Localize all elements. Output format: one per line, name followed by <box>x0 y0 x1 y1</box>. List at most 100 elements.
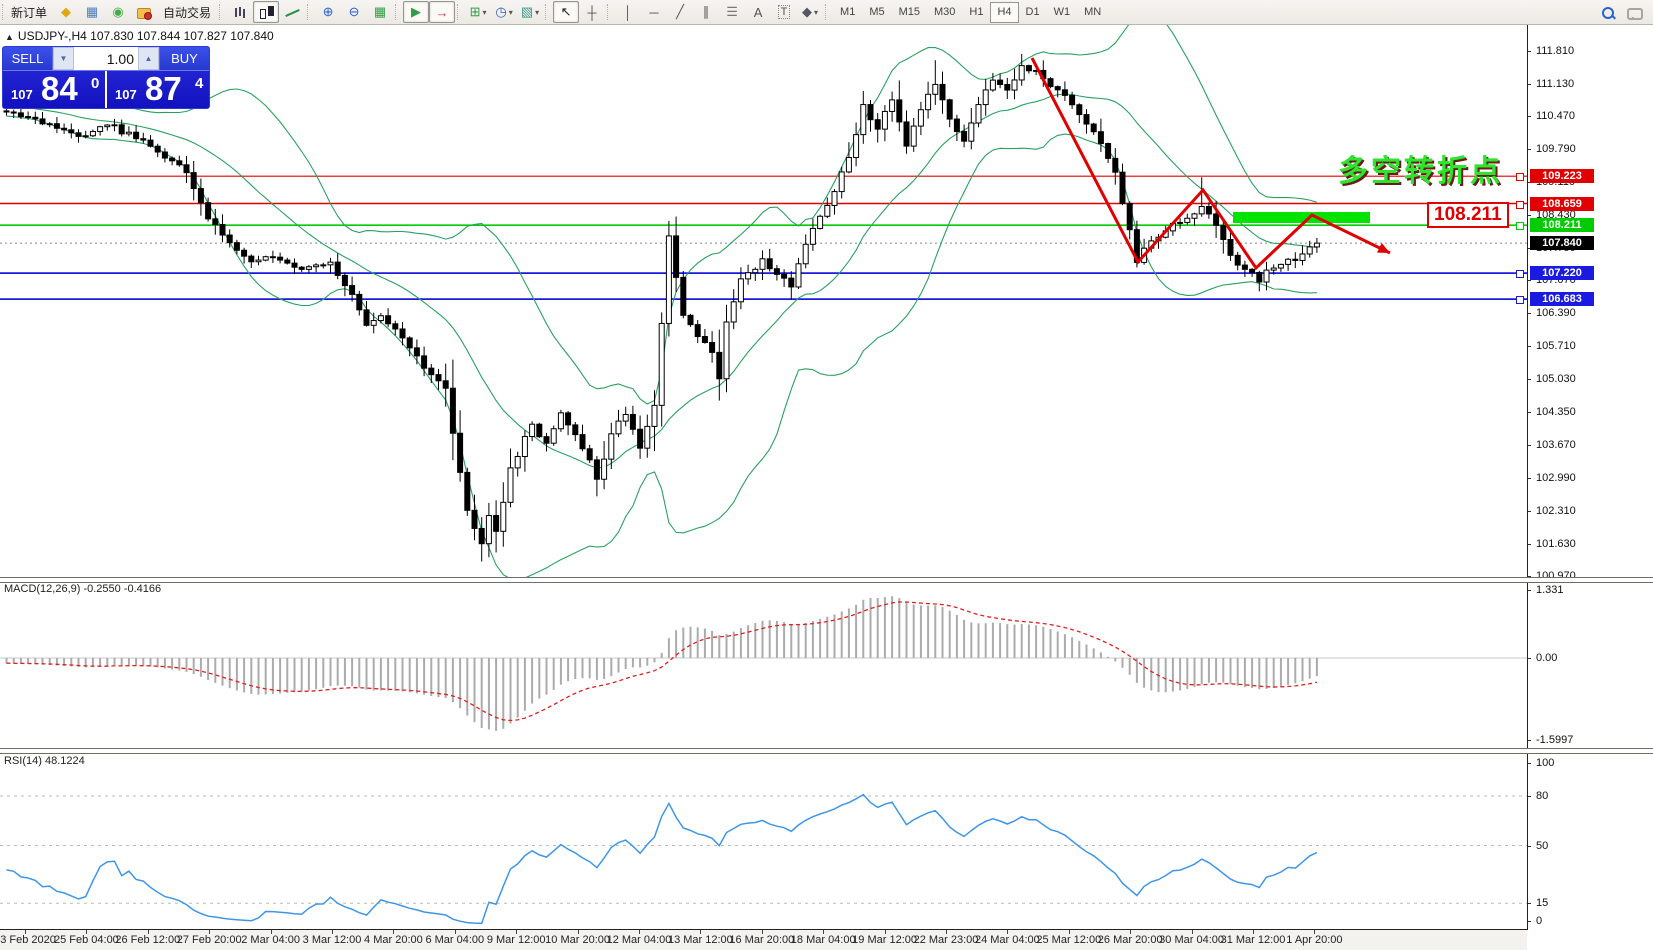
timeframe-w1[interactable]: W1 <box>1047 2 1078 23</box>
date-label: 12 Mar 04:00 <box>607 934 672 946</box>
fibonacci-icon[interactable]: ☰ <box>719 1 745 23</box>
symbol-collapse-icon[interactable]: ▲ <box>5 32 14 42</box>
chat-icon <box>1626 6 1643 21</box>
sell-price[interactable]: 107 84 0 <box>3 71 107 109</box>
price-tick-label: 105.030 <box>1536 373 1576 385</box>
candles-layer <box>4 54 1319 562</box>
price-tick-label: 102.990 <box>1536 472 1576 484</box>
toolbar-grip <box>395 4 400 20</box>
sell-price-sup: 0 <box>91 75 99 92</box>
vertical-line-icon[interactable]: │ <box>615 1 641 23</box>
trendline-icon[interactable]: ╱ <box>667 1 693 23</box>
panel-separator[interactable] <box>0 577 1653 583</box>
toolbar-grip <box>545 4 550 20</box>
chart-candles-icon[interactable] <box>253 1 279 23</box>
price-tick-label: 105.710 <box>1536 340 1576 352</box>
date-label: 25 Mar 12:00 <box>1036 934 1101 946</box>
timeframe-h4[interactable]: H4 <box>990 2 1018 23</box>
rsi-line <box>7 795 1317 924</box>
chart-shift-icon[interactable]: → <box>429 1 455 23</box>
volume-value[interactable]: 1.00 <box>74 47 138 70</box>
template-icon[interactable]: ▧▾ <box>517 1 543 23</box>
price-tick-label: 104.350 <box>1536 406 1576 418</box>
autotrading-icon[interactable] <box>131 1 157 23</box>
sell-button[interactable]: SELL <box>3 47 52 70</box>
date-label: 26 Feb 12:00 <box>115 934 180 946</box>
price-label-109.223: 109.223 <box>1530 169 1594 183</box>
market-watch-icon[interactable]: ▦ <box>79 1 105 23</box>
macd-canvas[interactable] <box>0 581 1527 748</box>
chart-annotation-text[interactable]: 多空转折点 <box>1338 146 1503 190</box>
timeframe-mn[interactable]: MN <box>1077 2 1108 23</box>
text-label-icon[interactable]: T <box>771 1 797 23</box>
toolbar-grip <box>307 4 312 20</box>
autoscroll-icon[interactable]: ▶ <box>403 1 429 23</box>
date-label: 24 Mar 04:00 <box>975 934 1040 946</box>
line-endpoint-marker[interactable] <box>1516 173 1524 181</box>
timeframe-m5[interactable]: M5 <box>862 2 891 23</box>
macd-tick-label: 1.331 <box>1536 584 1564 596</box>
price-tick-label: 106.390 <box>1536 307 1576 319</box>
trade-panel-prices: 107 84 0 107 87 4 <box>3 70 209 109</box>
toolbar-right <box>1595 2 1647 24</box>
panel-separator[interactable] <box>0 748 1653 754</box>
toolbar-grip <box>219 4 224 20</box>
line-endpoint-marker[interactable] <box>1516 270 1524 278</box>
drawings-layer[interactable] <box>1032 58 1390 268</box>
volume-down-button[interactable]: ▼ <box>53 47 74 70</box>
chart-line-icon[interactable] <box>279 1 305 23</box>
rsi-tick-label: 80 <box>1536 790 1548 802</box>
price-label-106.683: 106.683 <box>1530 292 1594 306</box>
rsi-canvas[interactable] <box>0 752 1527 930</box>
text-icon[interactable]: A <box>745 1 771 23</box>
chart-bottom-border <box>0 929 1527 930</box>
signals-icon[interactable]: ◉ <box>105 1 131 23</box>
new-order-icon[interactable]: ◆ <box>53 1 79 23</box>
channel-icon[interactable]: ∥ <box>693 1 719 23</box>
tile-windows-icon[interactable]: ▦ <box>367 1 393 23</box>
timeframe-m30[interactable]: M30 <box>927 2 962 23</box>
volume-up-button[interactable]: ▲ <box>138 47 159 70</box>
buy-price[interactable]: 107 87 4 <box>107 71 209 109</box>
timeframe-m1[interactable]: M1 <box>833 2 862 23</box>
rsi-tick-label: 50 <box>1536 840 1548 852</box>
timeframe-h1[interactable]: H1 <box>962 2 990 23</box>
line-endpoint-marker[interactable] <box>1516 201 1524 209</box>
cursor-icon[interactable]: ↖ <box>553 1 579 23</box>
green-highlight-bar[interactable] <box>1233 212 1370 223</box>
arrows-icon[interactable]: ◆▾ <box>797 1 823 23</box>
date-label: 22 Mar 23:00 <box>914 934 979 946</box>
price-tick-label: 101.630 <box>1536 538 1576 550</box>
toolbar: 新订单◆▦◉自动交易⊕⊖▦▶→⊞▾◷▾▧▾↖┼│─╱∥☰AT◆▾M1M5M15M… <box>0 0 1653 25</box>
crosshair-icon[interactable]: ┼ <box>579 1 605 23</box>
periods-icon[interactable]: ◷▾ <box>491 1 517 23</box>
chat-button[interactable] <box>1621 2 1647 24</box>
date-axis[interactable]: 23 Feb 202025 Feb 04:0026 Feb 12:0027 Fe… <box>0 930 1527 950</box>
search-button[interactable] <box>1595 2 1621 24</box>
price-tick-label: 103.670 <box>1536 439 1576 451</box>
chart-bars-icon[interactable] <box>227 1 253 23</box>
macd-label: MACD(12,26,9) -0.2550 -0.4166 <box>4 583 161 595</box>
timeframe-m15[interactable]: M15 <box>892 2 927 23</box>
line-endpoint-marker[interactable] <box>1516 222 1524 230</box>
price-axis-border <box>1527 24 1528 930</box>
timeframe-d1[interactable]: D1 <box>1019 2 1047 23</box>
buy-price-big: 87 <box>145 70 182 108</box>
price-axis[interactable]: 111.810111.130110.470109.790109.110108.4… <box>1528 24 1653 930</box>
buy-button[interactable]: BUY <box>160 47 209 70</box>
autotrading-label[interactable]: 自动交易 <box>157 1 217 23</box>
indicators-icon[interactable]: ⊞▾ <box>465 1 491 23</box>
macd-histogram-layer <box>7 596 1317 731</box>
date-label: 25 Feb 04:00 <box>54 934 119 946</box>
new-order-button[interactable]: 新订单 <box>5 1 53 23</box>
zoom-in-icon[interactable]: ⊕ <box>315 1 341 23</box>
rsi-tick-label: 100 <box>1536 757 1554 769</box>
line-endpoint-marker[interactable] <box>1516 296 1524 304</box>
horizontal-line-icon[interactable]: ─ <box>641 1 667 23</box>
one-click-trading-panel: SELL ▼ 1.00 ▲ BUY 107 84 0 107 87 4 <box>2 46 210 109</box>
trade-panel-top: SELL ▼ 1.00 ▲ BUY <box>3 47 209 70</box>
date-label: 4 Mar 20:00 <box>364 934 423 946</box>
main-chart-canvas[interactable] <box>0 24 1527 577</box>
price-callout-box[interactable]: 108.211 <box>1427 202 1509 228</box>
zoom-out-icon[interactable]: ⊖ <box>341 1 367 23</box>
